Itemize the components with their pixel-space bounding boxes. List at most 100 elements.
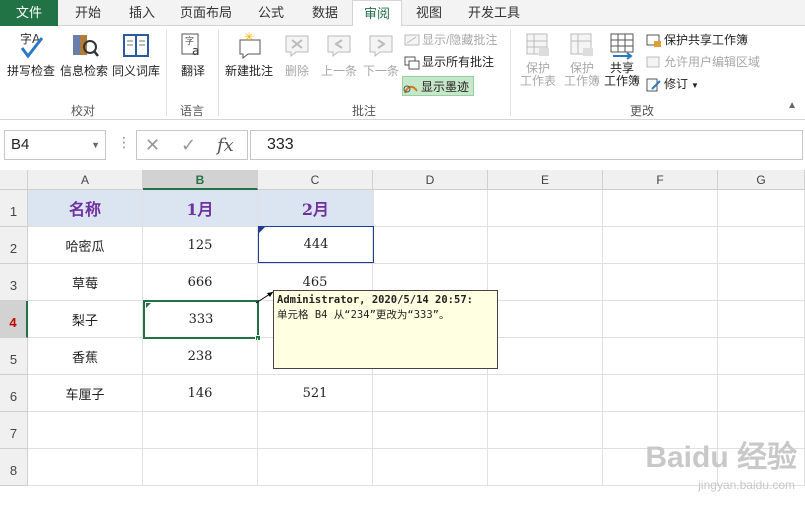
cell-a6[interactable]: 车厘子 <box>28 375 143 412</box>
allow-edit-ranges-button[interactable]: 允许用户编辑区域 <box>646 52 760 72</box>
translate-button[interactable]: 字a 翻译 <box>170 30 216 79</box>
empty-cell[interactable] <box>718 301 805 338</box>
row-header-4[interactable]: 4 <box>0 301 28 338</box>
column-header-b[interactable]: B <box>143 170 258 190</box>
empty-cell[interactable] <box>488 375 603 412</box>
tab-developer[interactable]: 开发工具 <box>458 0 530 26</box>
empty-cell[interactable] <box>718 264 805 301</box>
empty-cell[interactable] <box>718 227 805 264</box>
empty-cell[interactable] <box>373 375 488 412</box>
previous-comment-button[interactable]: 上一条 <box>318 30 360 79</box>
protect-sheet-label-1: 保护 <box>525 61 550 75</box>
insert-function-icon[interactable]: fx <box>217 135 234 156</box>
empty-cell[interactable] <box>258 412 373 449</box>
show-hide-comment-button[interactable]: 显示/隐藏批注 <box>404 30 497 50</box>
empty-cell[interactable] <box>488 264 603 301</box>
tab-data[interactable]: 数据 <box>300 0 350 26</box>
column-header-d[interactable]: D <box>373 170 488 190</box>
protect-workbook-button[interactable]: 保护 工作簿 <box>560 30 604 88</box>
tab-view[interactable]: 视图 <box>404 0 454 26</box>
cell-a1[interactable]: 名称 <box>28 190 143 227</box>
empty-cell[interactable] <box>603 301 718 338</box>
cell-b3[interactable]: 666 <box>143 264 258 301</box>
next-comment-button[interactable]: 下一条 <box>360 30 402 79</box>
formula-input[interactable]: 333 <box>250 130 803 160</box>
empty-cell[interactable] <box>603 264 718 301</box>
tab-home[interactable]: 开始 <box>62 0 114 26</box>
row-header-8[interactable]: 8 <box>0 449 28 486</box>
chevron-down-icon[interactable]: ▼ <box>91 131 100 159</box>
column-header-f[interactable]: F <box>603 170 718 190</box>
cell-c6[interactable]: 521 <box>258 375 373 412</box>
cell-b2[interactable]: 125 <box>143 227 258 264</box>
delete-comment-label: 删除 <box>284 64 309 78</box>
empty-cell[interactable] <box>488 190 603 227</box>
empty-cell[interactable] <box>718 375 805 412</box>
empty-cell[interactable] <box>373 190 488 227</box>
row-header-3[interactable]: 3 <box>0 264 28 301</box>
cell-a3[interactable]: 草莓 <box>28 264 143 301</box>
cell-c2[interactable]: 444 <box>258 226 374 263</box>
row-header-6[interactable]: 6 <box>0 375 28 412</box>
show-all-comments-button[interactable]: 显示所有批注 <box>404 52 494 72</box>
empty-cell[interactable] <box>28 449 143 486</box>
empty-cell[interactable] <box>373 449 488 486</box>
cancel-icon[interactable]: ✕ <box>145 135 160 156</box>
empty-cell[interactable] <box>603 375 718 412</box>
new-comment-button[interactable]: ✳ 新建批注 <box>222 30 276 79</box>
cell-b4-selected[interactable]: 333 <box>143 300 259 339</box>
collapse-ribbon-icon[interactable]: ▲ <box>787 100 797 111</box>
column-header-c[interactable]: C <box>258 170 373 190</box>
cell-b5[interactable]: 238 <box>143 338 258 375</box>
row-header-7[interactable]: 7 <box>0 412 28 449</box>
spell-check-button[interactable]: 字A 拼写检查 <box>4 30 58 79</box>
cell-c1[interactable]: 2月 <box>258 190 374 227</box>
empty-cell[interactable] <box>603 227 718 264</box>
row-header-1[interactable]: 1 <box>0 190 28 227</box>
thesaurus-button[interactable]: 同义词库 <box>110 30 162 79</box>
empty-cell[interactable] <box>603 338 718 375</box>
research-button[interactable]: 信息检索 <box>58 30 110 79</box>
empty-cell[interactable] <box>718 190 805 227</box>
protect-share-workbook-button[interactable]: 保护共享工作簿 <box>646 30 748 50</box>
tab-page-layout[interactable]: 页面布局 <box>170 0 242 26</box>
research-label: 信息检索 <box>59 64 108 78</box>
empty-cell[interactable] <box>488 412 603 449</box>
share-workbook-button[interactable]: 共享 工作簿 <box>602 30 642 88</box>
empty-cell[interactable] <box>258 449 373 486</box>
show-ink-button[interactable]: 显示墨迹 <box>402 76 475 96</box>
empty-cell[interactable] <box>143 449 258 486</box>
select-all-corner[interactable] <box>0 170 28 190</box>
tab-formulas[interactable]: 公式 <box>246 0 296 26</box>
empty-cell[interactable] <box>373 412 488 449</box>
empty-cell[interactable] <box>488 449 603 486</box>
column-header-a[interactable]: A <box>28 170 143 190</box>
track-changes-button[interactable]: 修订 ▼ <box>646 74 699 94</box>
empty-cell[interactable] <box>28 412 143 449</box>
group-label-changes: 更改 <box>629 104 654 118</box>
cell-a4[interactable]: 梨子 <box>28 301 143 338</box>
tab-review[interactable]: 审阅 <box>352 0 402 27</box>
column-header-e[interactable]: E <box>488 170 603 190</box>
cell-b6[interactable]: 146 <box>143 375 258 412</box>
delete-comment-button[interactable]: 删除 <box>278 30 316 79</box>
column-header-g[interactable]: G <box>718 170 805 190</box>
empty-cell[interactable] <box>603 190 718 227</box>
protect-sheet-button[interactable]: 保护 工作表 <box>516 30 560 88</box>
empty-cell[interactable] <box>718 338 805 375</box>
empty-cell[interactable] <box>488 338 603 375</box>
cell-a5[interactable]: 香蕉 <box>28 338 143 375</box>
enter-icon[interactable]: ✓ <box>181 135 196 156</box>
empty-cell[interactable] <box>488 301 603 338</box>
row-header-5[interactable]: 5 <box>0 338 28 375</box>
empty-cell[interactable] <box>143 412 258 449</box>
tab-file[interactable]: 文件 <box>0 0 58 26</box>
empty-cell[interactable] <box>488 227 603 264</box>
row-header-2[interactable]: 2 <box>0 227 28 264</box>
tab-insert[interactable]: 插入 <box>116 0 168 26</box>
cell-a2[interactable]: 哈密瓜 <box>28 227 143 264</box>
empty-cell[interactable] <box>373 227 488 264</box>
show-all-comments-label: 显示所有批注 <box>422 55 495 69</box>
cell-b1[interactable]: 1月 <box>143 190 258 227</box>
name-box[interactable]: B4 ▼ <box>4 130 106 160</box>
